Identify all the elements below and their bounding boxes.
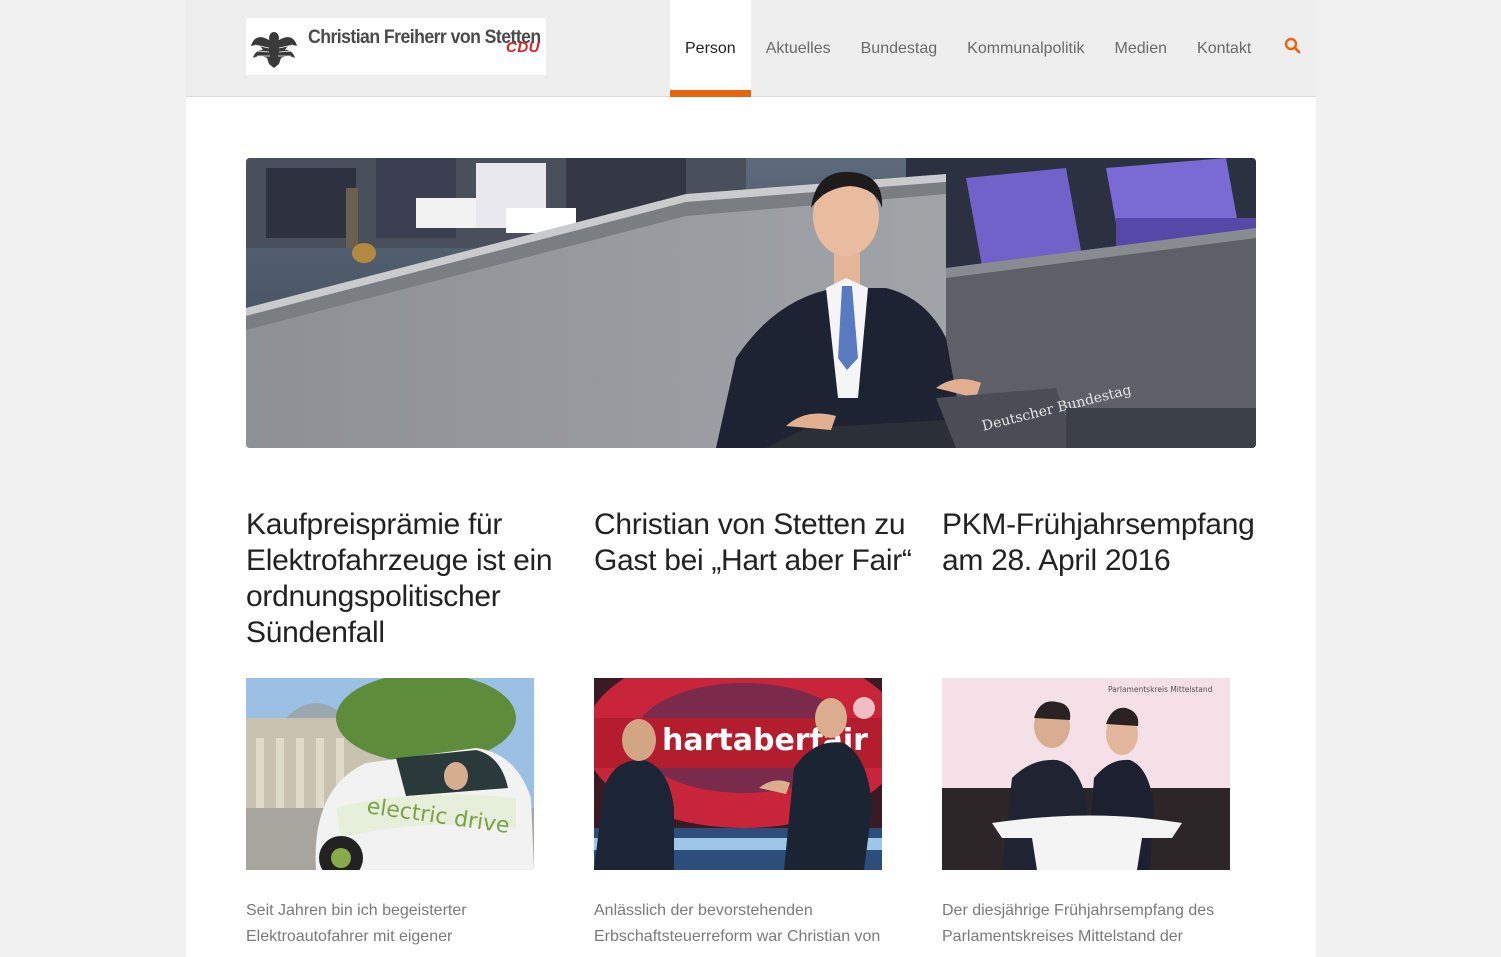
nav-item-aktuelles[interactable]: Aktuelles <box>751 0 846 97</box>
nav-item-person[interactable]: Person <box>670 0 751 97</box>
hero-image: Deutscher Bundestag <box>246 158 1256 448</box>
site-header: Christian Freiherr von Stetten CDU Perso… <box>186 0 1316 97</box>
page: Christian Freiherr von Stetten CDU Perso… <box>186 0 1316 957</box>
main-nav: Person Aktuelles Bundestag Kommunalpolit… <box>670 0 1266 97</box>
federal-eagle-icon <box>246 18 302 75</box>
article-thumbnail[interactable]: Parlamentskreis Mittelstand <box>942 678 1230 870</box>
article-card: Christian von Stetten zu Gast bei „Hart … <box>594 507 914 579</box>
logo-party: CDU <box>506 39 540 56</box>
search-icon[interactable] <box>1283 36 1303 56</box>
article-card: Kaufpreisprämie für Elektrofahrzeuge ist… <box>246 507 566 651</box>
nav-item-medien[interactable]: Medien <box>1100 0 1182 97</box>
article-thumbnail[interactable]: hartaberfair <box>594 678 882 870</box>
article-title[interactable]: Kaufpreisprämie für Elektrofahrzeuge ist… <box>246 507 566 651</box>
site-logo[interactable]: Christian Freiherr von Stetten CDU <box>246 18 546 75</box>
nav-item-kommunalpolitik[interactable]: Kommunalpolitik <box>952 0 1099 97</box>
article-excerpt: Seit Jahren bin ich begeisterter Elektro… <box>246 902 467 945</box>
article-card: PKM-Frühjahrsempfang am 28. April 2016 <box>942 507 1262 579</box>
nav-item-kontakt[interactable]: Kontakt <box>1182 0 1266 97</box>
article-thumbnail[interactable]: electric drive <box>246 678 534 870</box>
thumb-text: Parlamentskreis Mittelstand <box>1108 685 1213 694</box>
logo-name: Christian Freiherr von Stetten <box>308 27 541 48</box>
article-excerpt: Der diesjährige Frühjahrsempfang des Par… <box>942 902 1215 945</box>
article-title[interactable]: PKM-Frühjahrsempfang am 28. April 2016 <box>942 507 1262 579</box>
article-excerpt: Anlässlich der bevorstehenden Erbschafts… <box>594 902 881 945</box>
nav-item-bundestag[interactable]: Bundestag <box>846 0 953 97</box>
article-title[interactable]: Christian von Stetten zu Gast bei „Hart … <box>594 507 914 579</box>
